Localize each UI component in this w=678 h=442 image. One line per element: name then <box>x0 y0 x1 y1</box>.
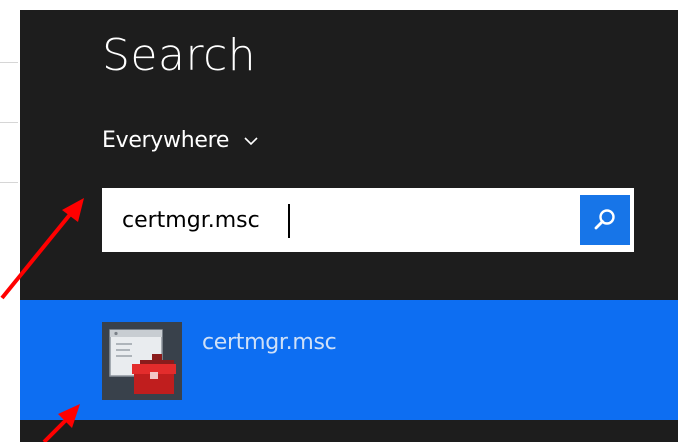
divider-line <box>0 182 18 183</box>
search-button[interactable] <box>580 195 630 245</box>
divider-line <box>0 122 18 123</box>
search-icon <box>594 209 615 230</box>
text-caret <box>288 204 290 238</box>
scope-label: Everywhere <box>102 128 230 153</box>
toolbox-window-icon <box>102 322 182 400</box>
scope-dropdown[interactable]: Everywhere <box>102 128 259 153</box>
left-background-strip <box>0 0 20 442</box>
divider-line <box>0 62 18 63</box>
search-input[interactable] <box>102 190 542 250</box>
search-result-label: certmgr.msc <box>202 330 337 355</box>
search-box <box>102 188 634 252</box>
pane-title: Search <box>102 30 257 81</box>
chevron-down-icon <box>244 136 258 145</box>
search-result-item[interactable]: certmgr.msc <box>20 300 678 420</box>
